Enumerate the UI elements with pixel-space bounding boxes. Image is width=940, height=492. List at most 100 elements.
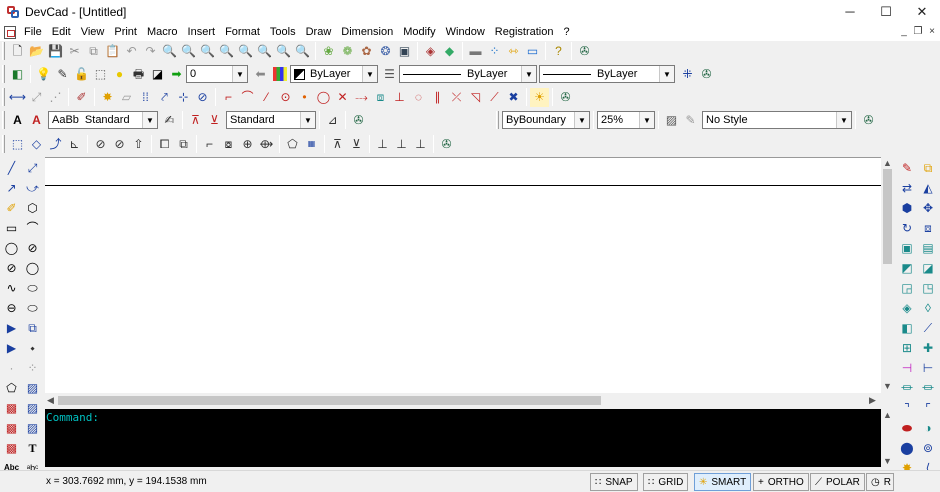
toolbar-options-icon[interactable]: ✇	[697, 65, 716, 84]
snap-parallel-icon[interactable]: ∥	[428, 88, 447, 107]
snap-magnet-icon[interactable]: ☀	[530, 87, 549, 107]
command-window[interactable]: Command:	[45, 409, 881, 467]
scroll-down-icon[interactable]: ▼	[883, 455, 892, 467]
toolbar-grip[interactable]	[2, 42, 5, 60]
drawing-line[interactable]	[45, 185, 881, 186]
record-toggle[interactable]: ◷ R	[866, 473, 894, 491]
curve-icon[interactable]: ∿	[2, 278, 22, 298]
zoom-all-icon[interactable]: 🔍	[236, 42, 255, 61]
scale-icon[interactable]: ⧈	[918, 218, 938, 238]
scroll-left-icon[interactable]: ◀	[47, 394, 54, 406]
snap-extension-icon[interactable]: ⤤	[155, 88, 174, 107]
chevron-down-icon[interactable]: ▼	[142, 112, 157, 128]
view-orbit-icon[interactable]: ⤴	[46, 135, 65, 154]
join-icon[interactable]: ◳	[918, 278, 938, 298]
text-settings-icon[interactable]: ✍	[160, 111, 179, 130]
snap-quadrant-icon[interactable]: ◯	[314, 88, 333, 107]
view-ucs-icon[interactable]: ⊾	[65, 135, 84, 154]
block-define-icon[interactable]: ⧇	[219, 135, 238, 154]
hatch-icon[interactable]: ▨	[23, 378, 43, 398]
menu-window[interactable]: Window	[441, 23, 490, 41]
color-palette-icon[interactable]	[273, 67, 287, 81]
snap-apparent-intersection-icon[interactable]: ⤫	[447, 88, 466, 107]
layer-plot-icon[interactable]: 🖶	[129, 65, 148, 84]
paste-icon[interactable]: 📋	[103, 42, 122, 61]
plot-style-dropdown[interactable]: No Style ▼	[702, 111, 852, 129]
offset-icon[interactable]: ⬢	[897, 198, 917, 218]
devcad-app-icon[interactable]	[6, 5, 20, 19]
color-dropdown[interactable]: ByLayer ▼	[290, 65, 378, 83]
dim-linear-icon[interactable]: ⊼	[328, 135, 347, 154]
coordinates-icon[interactable]: ⁘	[485, 42, 504, 61]
menu-macro[interactable]: Macro	[142, 23, 183, 41]
break-at-point-icon[interactable]: ⊢	[918, 358, 938, 378]
break-icon[interactable]: ◲	[897, 278, 917, 298]
dim-continue-icon[interactable]: ⊥	[392, 135, 411, 154]
menu-help[interactable]: ?	[558, 23, 574, 41]
zoom-out-icon[interactable]: 🔍	[217, 42, 236, 61]
toolbar-grip[interactable]	[2, 65, 5, 83]
point-insert-icon[interactable]: ⊕	[238, 135, 257, 154]
chevron-down-icon[interactable]: ▼	[521, 66, 536, 82]
transparency-dropdown[interactable]: 25% ▼	[597, 111, 655, 129]
redo-icon[interactable]: ↷	[141, 42, 160, 61]
horizontal-scrollbar[interactable]: ◀ ▶	[45, 393, 881, 407]
snap-nearest-icon[interactable]: ⁄	[257, 88, 276, 107]
linetype-dropdown[interactable]: ByLayer ▼	[399, 65, 537, 83]
menu-dimension[interactable]: Dimension	[336, 23, 398, 41]
mdi-minimize-button[interactable]: _	[897, 25, 911, 38]
snap-tracking-icon[interactable]: ⋰	[46, 88, 65, 107]
snap-quick-icon[interactable]: ◹	[466, 88, 485, 107]
zoom-extents-icon[interactable]: 🔍	[255, 42, 274, 61]
toolbar-options-icon[interactable]: ✇	[437, 135, 456, 154]
linetype-manager-icon[interactable]: ☰	[380, 65, 399, 84]
array-icon[interactable]: ⊞	[897, 338, 917, 358]
chevron-down-icon[interactable]: ▼	[232, 66, 247, 82]
extend-icon[interactable]: ◪	[918, 258, 938, 278]
gradient-icon[interactable]: ✎	[681, 111, 700, 130]
view-top-icon[interactable]: ⬚	[8, 135, 27, 154]
circle-3p-icon[interactable]: ⊘	[2, 258, 22, 278]
open-folder-icon[interactable]: 📂	[27, 42, 46, 61]
maximize-button[interactable]: ☐	[868, 0, 904, 23]
block-insert-icon[interactable]: ⌐	[200, 135, 219, 154]
snap-insertion-icon[interactable]: ⧈	[371, 88, 390, 107]
revcloud-icon[interactable]: ▶	[2, 338, 22, 358]
layer-edit-icon[interactable]: ✎	[53, 65, 72, 84]
slice-icon[interactable]: ⊚	[918, 438, 938, 458]
text-scale-icon[interactable]: ▦	[302, 135, 321, 154]
mirror-icon[interactable]: ⇄	[897, 178, 917, 198]
image-icon[interactable]: ▨	[23, 418, 43, 438]
new-file-icon[interactable]: 🗋	[8, 42, 27, 61]
lineweight-dropdown[interactable]: ByLayer ▼	[539, 65, 675, 83]
snap-node-icon[interactable]: •	[295, 88, 314, 107]
menu-tools[interactable]: Tools	[265, 23, 301, 41]
mirror-axis-icon[interactable]: ◭	[918, 178, 938, 198]
area-icon[interactable]: ▭	[523, 42, 542, 61]
scroll-up-icon[interactable]: ▲	[883, 409, 892, 421]
shape-icon[interactable]: ⬠	[283, 135, 302, 154]
menu-insert[interactable]: Insert	[183, 23, 221, 41]
command-scrollbar[interactable]: ▲ ▼	[881, 409, 894, 467]
dim-baseline-icon[interactable]: ⊥	[373, 135, 392, 154]
divide-icon[interactable]: ✚	[918, 338, 938, 358]
align-icon[interactable]: ⟋	[918, 318, 938, 338]
chevron-down-icon[interactable]: ▼	[659, 66, 674, 82]
view-iso-icon[interactable]: ◇	[27, 135, 46, 154]
arc-icon[interactable]: ⌒	[23, 218, 43, 238]
layer-select-icon[interactable]: ⬚	[91, 65, 110, 84]
chevron-down-icon[interactable]: ▼	[639, 112, 654, 128]
rotate-view-icon[interactable]: ⊘	[91, 135, 110, 154]
donut-icon[interactable]: ⬭	[23, 298, 43, 318]
xref-icon[interactable]: ⟴	[257, 135, 276, 154]
hatch-boundary-dropdown[interactable]: ByBoundary ▼	[502, 111, 590, 129]
dim-ordinate-icon[interactable]: ⊥	[411, 135, 430, 154]
toolbar-grip[interactable]	[2, 88, 5, 106]
polyline-icon[interactable]: ⤢	[23, 158, 43, 178]
layer-previous-icon[interactable]: ⬅	[251, 65, 270, 84]
chamfer-icon[interactable]: ◈	[897, 298, 917, 318]
chevron-down-icon[interactable]: ▼	[574, 112, 589, 128]
up-view-icon[interactable]: ⇧	[129, 135, 148, 154]
erase-icon[interactable]: ✎	[897, 158, 917, 178]
toolbar-grip[interactable]	[496, 111, 499, 129]
